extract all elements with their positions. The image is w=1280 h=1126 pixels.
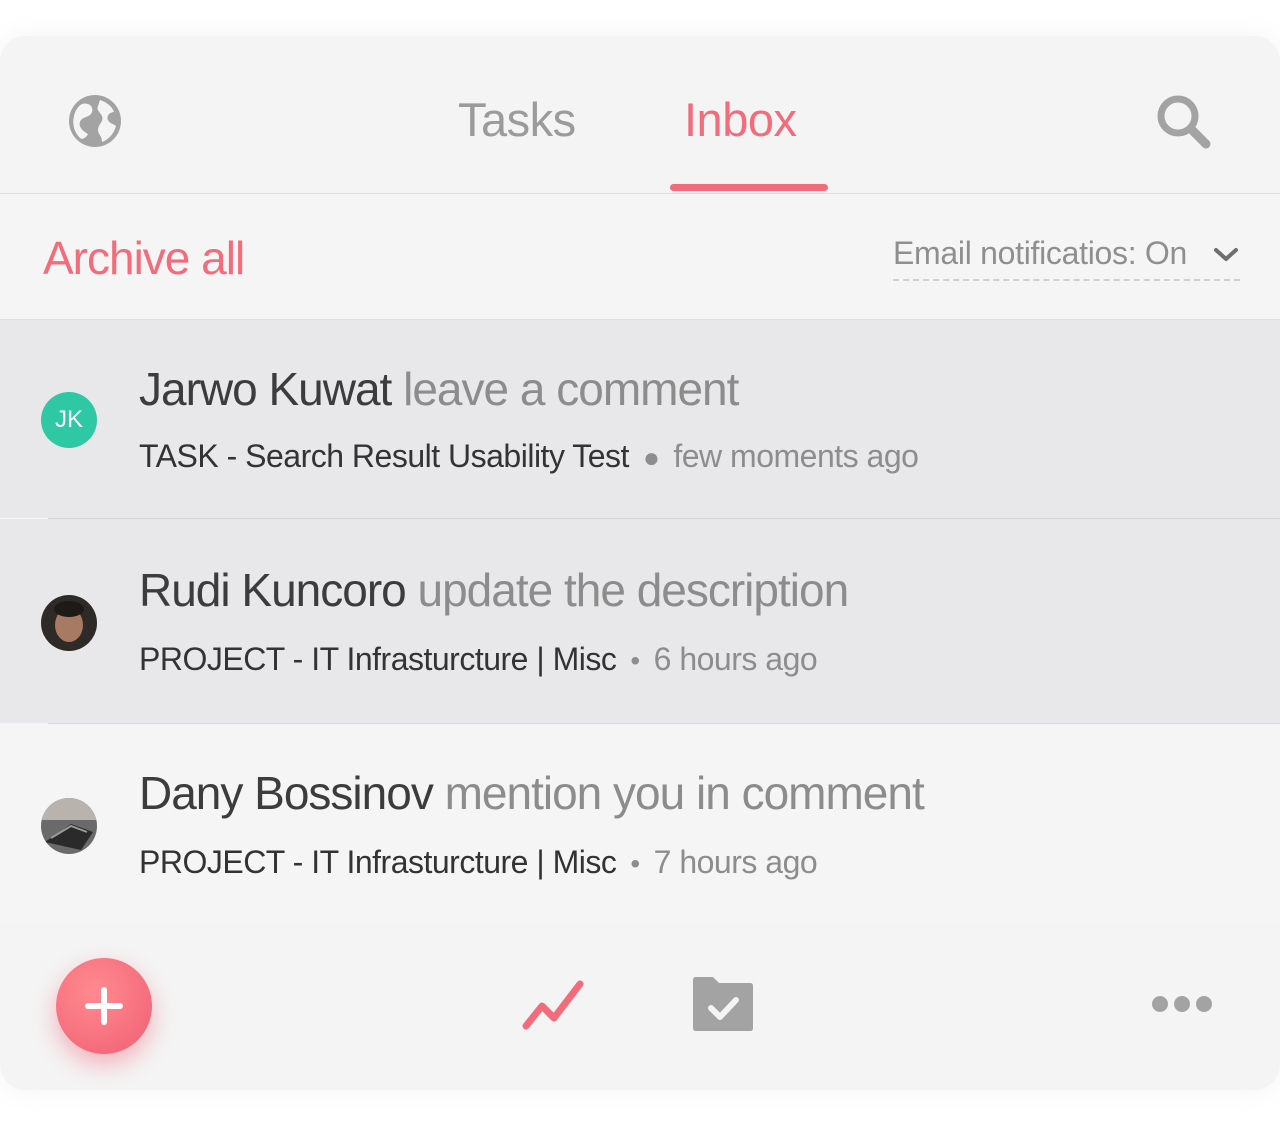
notification-time: few moments ago (673, 438, 919, 474)
avatar-initials: JK (54, 406, 83, 433)
active-tab-indicator (670, 184, 828, 191)
inbox-toolbar: Archive all Email notificatios: On (0, 195, 1280, 320)
folder-check-icon[interactable] (691, 976, 755, 1032)
tab-tasks[interactable]: Tasks (458, 92, 576, 147)
notification-context[interactable]: TASK - Search Result Usability Test (139, 438, 629, 474)
notification-item[interactable]: Rudi Kuncoro update the description PROJ… (0, 519, 1280, 723)
inbox-panel: Tasks Inbox Archive all Email notificati… (0, 36, 1280, 1090)
email-notifications-label: Email notificatios: On (893, 235, 1187, 271)
archive-all-button[interactable]: Archive all (43, 231, 245, 285)
notification-title: Rudi Kuncoro update the description (139, 563, 850, 617)
activity-icon[interactable] (520, 976, 588, 1036)
notification-item[interactable]: Dany Bossinov mention you in comment PRO… (0, 724, 1280, 924)
avatar: JK (41, 392, 97, 448)
notification-time: 6 hours ago (653, 641, 818, 677)
plus-icon (85, 987, 123, 1025)
notification-action: mention you in comment (444, 767, 925, 819)
notification-action: update the description (417, 564, 850, 616)
notification-title: Jarwo Kuwat leave a comment (139, 362, 739, 416)
tab-inbox[interactable]: Inbox (684, 92, 797, 147)
header: Tasks Inbox (0, 36, 1280, 194)
separator-dot: • (630, 645, 640, 676)
avatar (41, 595, 97, 651)
notification-user[interactable]: Dany Bossinov (139, 767, 434, 819)
separator-dot: ● (642, 442, 660, 473)
chevron-down-icon (1214, 248, 1238, 261)
avatar-photo (41, 798, 97, 854)
notification-action: leave a comment (403, 363, 739, 415)
notification-context[interactable]: PROJECT - IT Infrasturcture | Misc (139, 641, 617, 677)
add-button[interactable] (56, 958, 152, 1054)
avatar (41, 798, 97, 854)
notification-item[interactable]: JK Jarwo Kuwat leave a comment TASK - Se… (0, 320, 1280, 518)
notification-meta: PROJECT - IT Infrasturcture | Misc • 6 hou… (139, 641, 818, 678)
globe-icon[interactable] (68, 94, 122, 148)
separator-dot: • (630, 848, 640, 879)
search-icon[interactable] (1154, 92, 1214, 152)
more-icon[interactable] (1152, 994, 1212, 1014)
notification-context[interactable]: PROJECT - IT Infrasturcture | Misc (139, 844, 617, 880)
notification-user[interactable]: Jarwo Kuwat (139, 363, 392, 415)
notification-title: Dany Bossinov mention you in comment (139, 766, 925, 820)
notification-meta: TASK - Search Result Usability Test ● few … (139, 438, 919, 475)
notification-time: 7 hours ago (653, 844, 818, 880)
email-notifications-dropdown[interactable]: Email notificatios: On (893, 235, 1240, 281)
avatar-photo (41, 595, 97, 651)
notification-meta: PROJECT - IT Infrasturcture | Misc • 7 hou… (139, 844, 818, 881)
notification-user[interactable]: Rudi Kuncoro (139, 564, 407, 616)
